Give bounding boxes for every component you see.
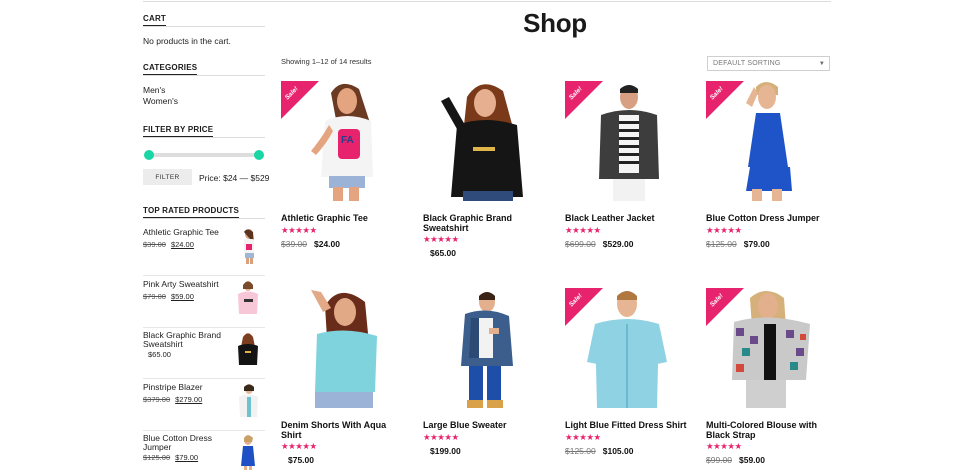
product-thumbnail[interactable] xyxy=(235,383,261,419)
cart-widget-title: CART xyxy=(143,14,265,27)
product-price: $65.00 xyxy=(430,248,456,258)
product-image[interactable]: Sale! xyxy=(565,288,691,408)
product-name[interactable]: Light Blue Fitted Dress Shirt xyxy=(565,420,691,431)
new-price: $79.00 xyxy=(175,453,199,462)
product-name[interactable]: Black Leather Jacket xyxy=(565,213,691,224)
top-rated-item[interactable]: Blue Cotton Dress Jumper $125.00 $79.00 xyxy=(143,434,265,471)
product-name[interactable]: Multi-Colored Blouse with Black Strap xyxy=(706,420,832,439)
old-price: $79.00 xyxy=(143,291,166,301)
sale-badge: Sale! xyxy=(565,288,603,326)
new-price: $24.00 xyxy=(170,239,194,249)
product-price: $99.00 $59.00 xyxy=(706,455,765,465)
star-rating-icon: ★★★★★ xyxy=(281,441,317,451)
top-rated-item[interactable]: Pink Arty Sweatshirt $79.00 $59.00 xyxy=(143,280,265,328)
product-card[interactable]: Sale! Black Leather Jacket ★★★★★ $699.00… xyxy=(565,81,691,249)
product-card[interactable]: Large Blue Sweater ★★★★★ $199.00 xyxy=(423,288,549,456)
product-card[interactable]: Black Graphic Brand Sweatshirt ★★★★★ $65… xyxy=(423,81,549,258)
cart-empty-text: No products in the cart. xyxy=(143,36,231,46)
product-image[interactable]: Sale! xyxy=(706,81,832,201)
sale-badge: Sale! xyxy=(281,81,319,119)
product-name[interactable]: Black Graphic Brand Sweatshirt xyxy=(423,213,549,232)
sale-badge: Sale! xyxy=(565,81,603,119)
sale-badge: Sale! xyxy=(706,81,744,119)
new-price: $59.00 xyxy=(170,291,194,301)
product-image[interactable]: Sale! xyxy=(565,81,691,201)
product-thumbnail[interactable] xyxy=(235,280,261,316)
product-price: $39.00 $24.00 xyxy=(281,239,340,249)
top-rated-item[interactable]: Athletic Graphic Tee $39.00 $24.00 xyxy=(143,228,265,276)
product-card[interactable]: Sale! FA Athletic Graphic Tee ★★★★★ $39.… xyxy=(281,81,407,249)
star-rating-icon: ★★★★★ xyxy=(565,225,601,235)
product-image[interactable] xyxy=(423,288,549,408)
top-rated-item-name[interactable]: Black Graphic Brand Sweatshirt xyxy=(143,331,229,348)
product-image[interactable]: Sale! FA xyxy=(281,81,407,201)
top-rated-widget-title: TOP RATED PRODUCTS xyxy=(143,206,265,219)
page-title: Shop xyxy=(523,8,587,38)
product-card[interactable]: Denim Shorts With Aqua Shirt ★★★★★ $75.0… xyxy=(281,288,407,465)
top-rated-item-name[interactable]: Pinstripe Blazer xyxy=(143,383,229,392)
product-card[interactable]: Sale! Multi-Colored Blouse with Black St… xyxy=(706,288,832,465)
result-count: Showing 1–12 of 14 results xyxy=(281,57,372,66)
product-thumbnail[interactable] xyxy=(235,434,261,470)
product-price: $125.00 $79.00 xyxy=(706,239,770,249)
price-slider-min-handle[interactable] xyxy=(144,150,154,160)
star-rating-icon: ★★★★★ xyxy=(706,441,742,451)
product-thumbnail[interactable] xyxy=(235,228,261,264)
product-card[interactable]: Sale! Blue Cotton Dress Jumper ★★★★★ $12… xyxy=(706,81,832,249)
filter-widget-title: FILTER BY PRICE xyxy=(143,125,265,138)
chevron-down-icon: ▼ xyxy=(818,61,825,67)
top-rated-item-name[interactable]: Pink Arty Sweatshirt xyxy=(143,280,229,289)
top-rated-item[interactable]: Black Graphic Brand Sweatshirt $65.00 xyxy=(143,331,265,379)
product-image[interactable]: Sale! xyxy=(706,288,832,408)
star-rating-icon: ★★★★★ xyxy=(423,432,459,442)
product-image[interactable] xyxy=(281,288,407,408)
old-price: $379.00 xyxy=(143,394,171,404)
product-card[interactable]: Sale! Light Blue Fitted Dress Shirt ★★★★… xyxy=(565,288,691,456)
new-price: $279.00 xyxy=(175,394,203,404)
top-divider xyxy=(143,1,831,2)
category-link-womens[interactable]: Women's xyxy=(143,96,178,107)
price-slider[interactable] xyxy=(144,150,264,160)
star-rating-icon: ★★★★★ xyxy=(423,234,459,244)
top-rated-item-name[interactable]: Blue Cotton Dress Jumper xyxy=(143,434,229,451)
sale-badge: Sale! xyxy=(706,288,744,326)
product-price: $699.00 $529.00 xyxy=(565,239,634,249)
product-image[interactable] xyxy=(423,81,549,201)
price-range-label: Price: $24 — $529 xyxy=(199,173,270,183)
star-rating-icon: ★★★★★ xyxy=(706,225,742,235)
sorting-select[interactable]: DEFAULT SORTING ▼ xyxy=(707,56,830,71)
product-name[interactable]: Blue Cotton Dress Jumper xyxy=(706,213,832,224)
star-rating-icon: ★★★★★ xyxy=(565,432,601,442)
old-price: $125.00 xyxy=(143,453,171,462)
top-rated-item[interactable]: Pinstripe Blazer $379.00 $279.00 xyxy=(143,383,265,431)
product-name[interactable]: Athletic Graphic Tee xyxy=(281,213,407,224)
categories-widget-title: CATEGORIES xyxy=(143,63,265,76)
sorting-select-value: DEFAULT SORTING xyxy=(713,60,781,67)
product-thumbnail[interactable] xyxy=(235,331,261,367)
filter-button[interactable]: FILTER xyxy=(143,169,192,185)
price-slider-max-handle[interactable] xyxy=(254,150,264,160)
price: $65.00 xyxy=(148,350,171,359)
product-price: $125.00 $105.00 xyxy=(565,446,634,456)
old-price: $39.00 xyxy=(143,239,166,249)
product-price: $199.00 xyxy=(430,446,461,456)
product-name[interactable]: Denim Shorts With Aqua Shirt xyxy=(281,420,407,439)
product-name[interactable]: Large Blue Sweater xyxy=(423,420,549,431)
svg-text:FA: FA xyxy=(341,135,354,146)
product-price: $75.00 xyxy=(288,455,314,465)
star-rating-icon: ★★★★★ xyxy=(281,225,317,235)
category-link-mens[interactable]: Men's xyxy=(143,85,165,96)
top-rated-item-name[interactable]: Athletic Graphic Tee xyxy=(143,228,229,237)
